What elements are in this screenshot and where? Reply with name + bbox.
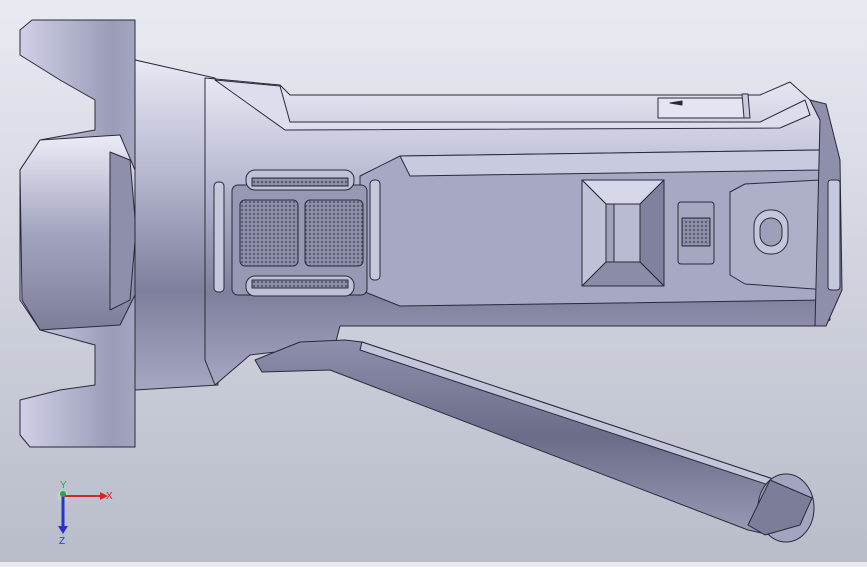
handle-arm — [254, 339, 813, 536]
coordinate-triad: X Y Z — [48, 478, 118, 548]
side-slot-right — [369, 179, 381, 281]
x-axis-label: X — [106, 491, 113, 502]
handle-edge-highlight — [359, 341, 801, 495]
vent-ribs-top — [251, 177, 349, 187]
z-axis-arrow-icon — [58, 526, 68, 534]
z-axis-label: Z — [59, 536, 65, 547]
side-slot-left — [213, 181, 225, 293]
pyramid-center — [613, 203, 641, 263]
latch-clip — [741, 93, 751, 119]
y-axis-label: Y — [60, 480, 67, 491]
triad-svg: X Y Z — [57, 480, 113, 547]
y-axis-dot — [60, 491, 66, 497]
vent-ribs-bottom — [251, 279, 349, 289]
vent-grill-right — [304, 199, 364, 267]
rear-connector — [827, 179, 841, 291]
vent-grill-left — [239, 199, 299, 267]
model-view[interactable] — [0, 0, 867, 562]
rear-oval-inner — [759, 217, 783, 247]
top-latch — [657, 97, 749, 119]
small-grill-mesh — [681, 217, 711, 247]
cad-graphics-area[interactable] — [0, 0, 867, 562]
